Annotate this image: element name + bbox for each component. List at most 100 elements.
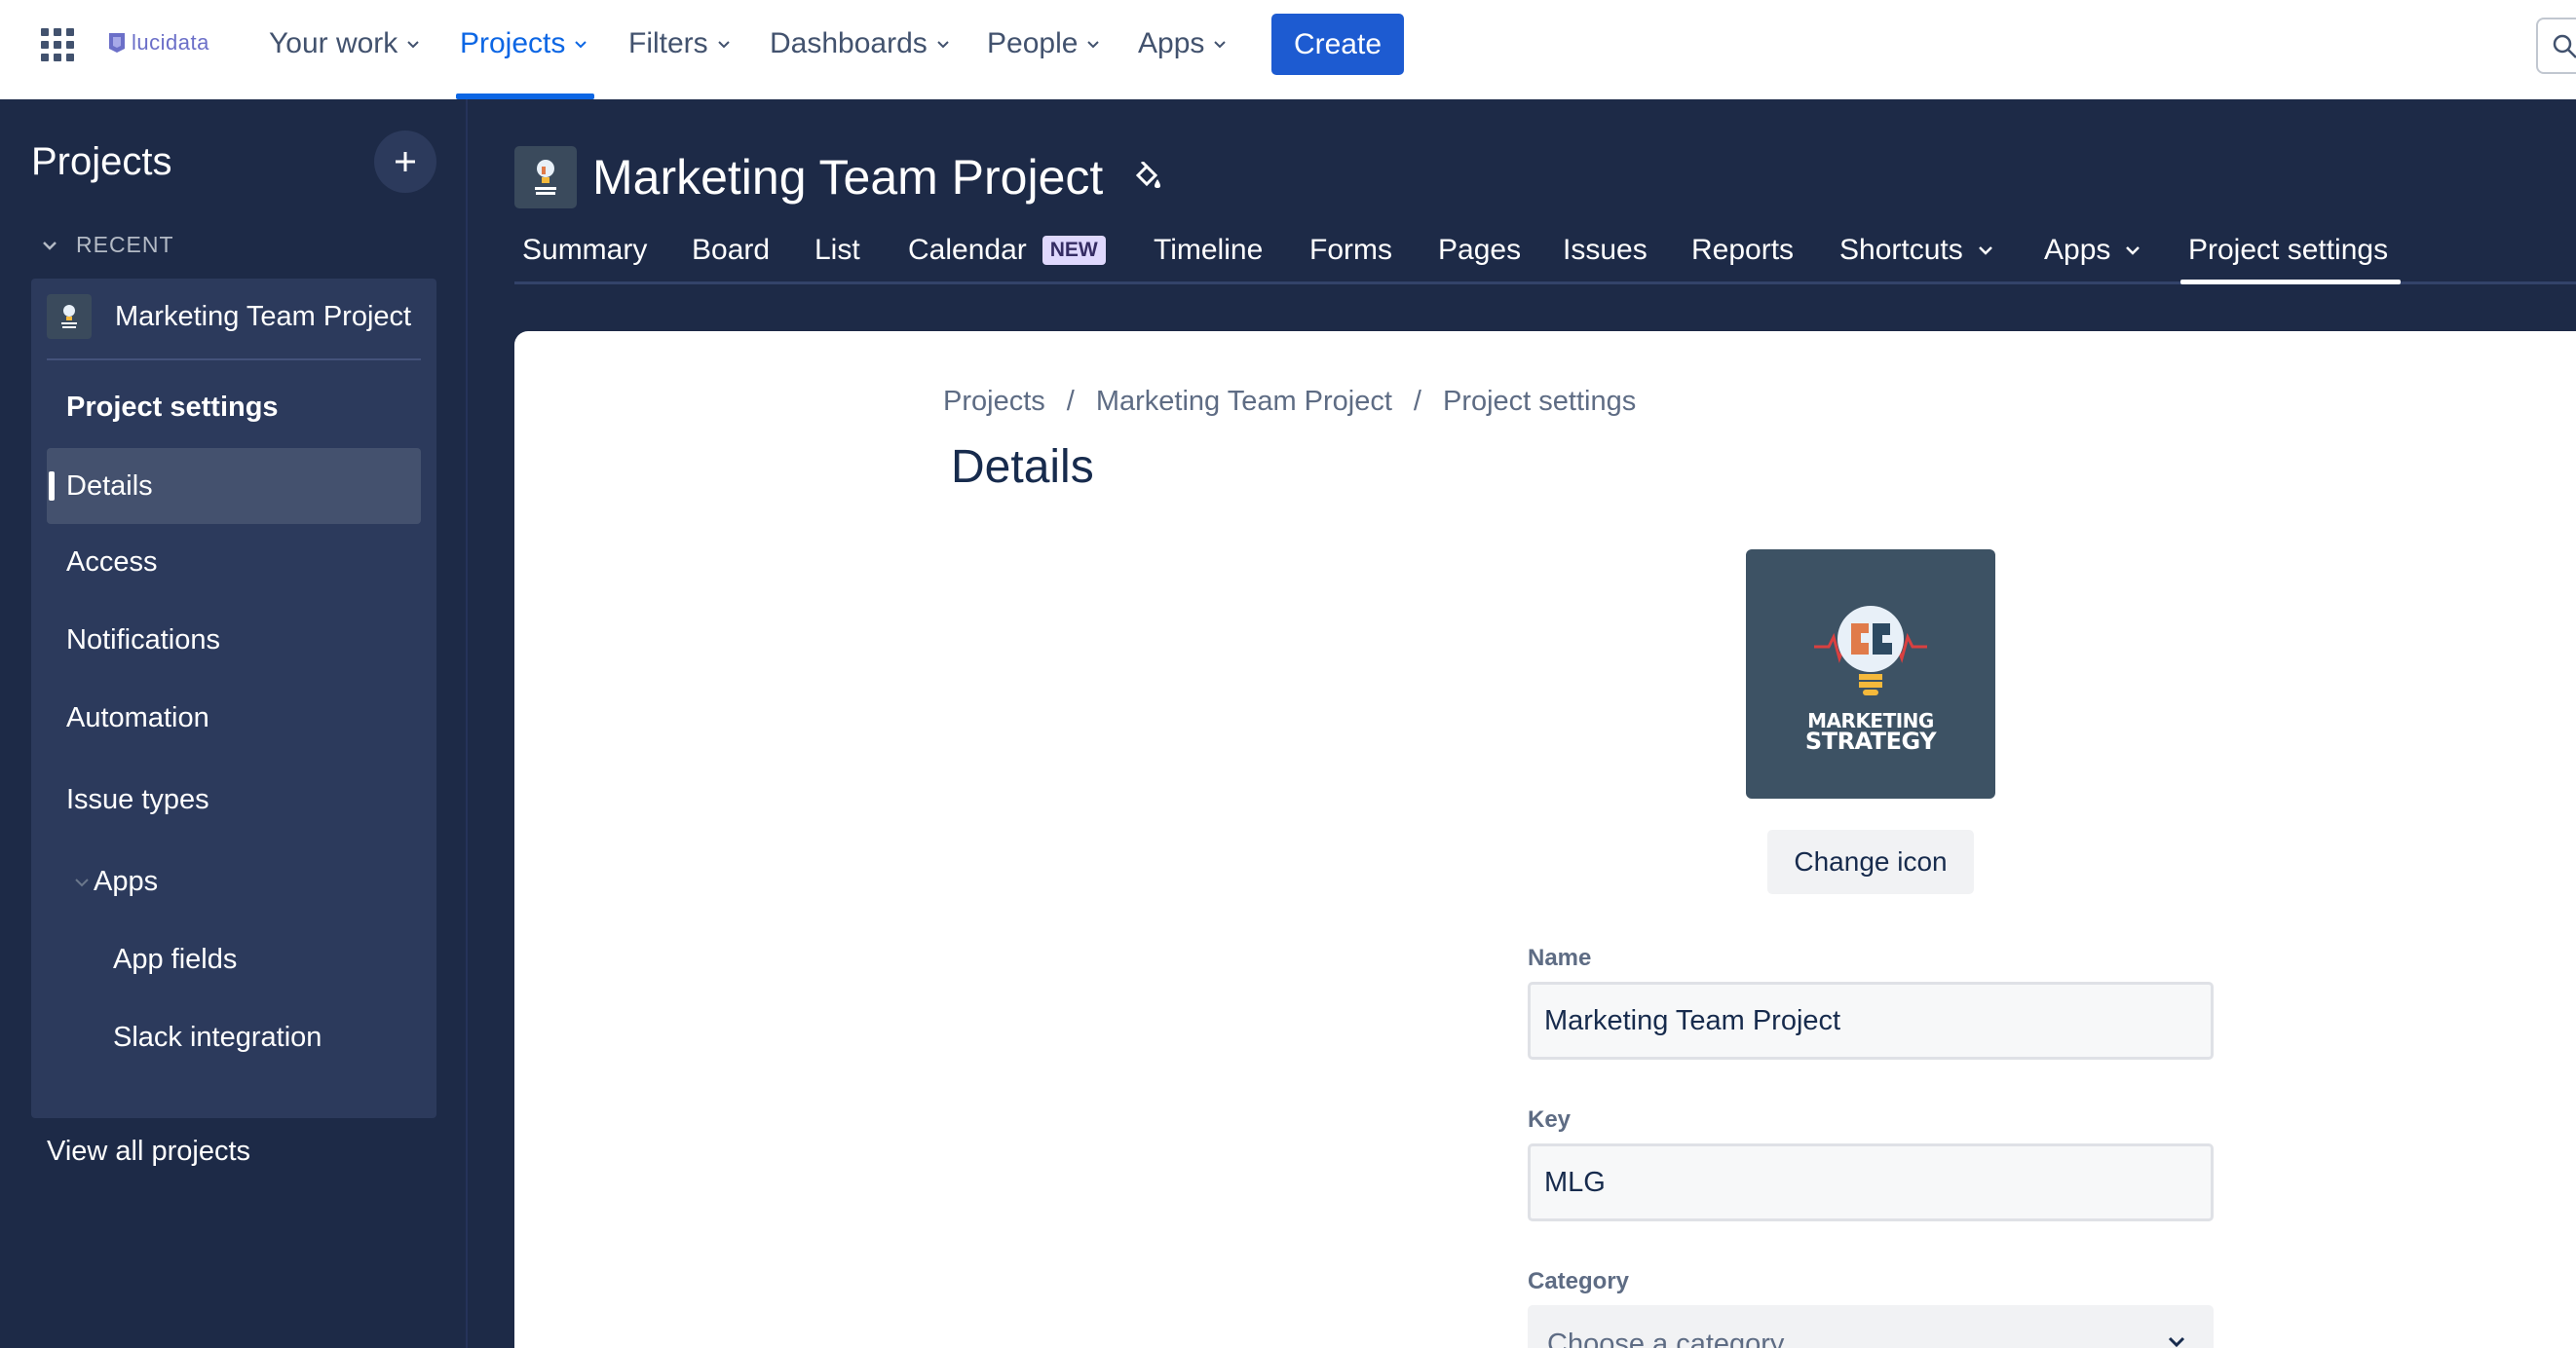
sidebar-recent-project[interactable]: Marketing Team Project xyxy=(47,292,421,341)
new-badge: NEW xyxy=(1042,236,1106,265)
sidebar-item-slack-integration[interactable]: Slack integration xyxy=(47,999,421,1075)
add-project-button[interactable] xyxy=(374,131,436,193)
chevron-down-icon xyxy=(575,41,587,49)
sidebar-item-issue-types[interactable]: Issue types xyxy=(47,762,421,838)
sidebar-item-app-fields[interactable]: App fields xyxy=(47,921,421,997)
nav-apps[interactable]: Apps xyxy=(1138,21,1228,66)
breadcrumb-project-settings[interactable]: Project settings xyxy=(1443,386,1636,418)
tab-issues[interactable]: Issues xyxy=(1563,234,1648,267)
lightbulb-icon xyxy=(535,160,556,195)
tab-reports[interactable]: Reports xyxy=(1691,234,1794,267)
sidebar-item-label: Automation xyxy=(66,701,209,733)
plus-icon xyxy=(396,152,415,171)
sidebar-item-label: Notifications xyxy=(66,623,220,655)
tab-label: Project settings xyxy=(2188,234,2389,266)
view-all-projects-link[interactable]: View all projects xyxy=(47,1136,250,1168)
category-placeholder: Choose a category xyxy=(1547,1329,1785,1348)
sidebar-item-label: Apps xyxy=(94,865,159,897)
breadcrumb-separator: / xyxy=(1066,386,1075,417)
sidebar: Projects RECENT Marketing Team Project P… xyxy=(0,99,468,1348)
chevron-down-icon xyxy=(43,241,57,250)
sidebar-item-label: Issue types xyxy=(66,783,209,815)
app-switcher-icon[interactable] xyxy=(41,28,74,61)
chevron-down-icon xyxy=(2126,246,2140,255)
project-avatar xyxy=(514,146,577,208)
nav-filters[interactable]: Filters xyxy=(628,21,732,66)
sidebar-item-label: Access xyxy=(66,545,158,578)
tab-forms[interactable]: Forms xyxy=(1309,234,1392,267)
sidebar-item-label: App fields xyxy=(113,943,238,975)
active-nav-indicator xyxy=(456,94,594,99)
tab-label: Summary xyxy=(522,234,648,266)
breadcrumb: Projects / Marketing Team Project / Proj… xyxy=(943,386,1636,418)
recent-section-toggle[interactable]: RECENT xyxy=(41,232,174,258)
name-label: Name xyxy=(1528,945,1592,971)
sidebar-item-apps[interactable]: Apps xyxy=(47,843,421,919)
chevron-down-icon xyxy=(1087,41,1100,49)
name-field[interactable] xyxy=(1528,982,2214,1060)
brand-logo[interactable]: lucidata xyxy=(104,26,209,59)
breadcrumb-project[interactable]: Marketing Team Project xyxy=(1096,386,1392,418)
sidebar-item-details[interactable]: Details xyxy=(47,448,421,524)
chevron-down-icon xyxy=(717,41,730,49)
change-icon-button[interactable]: Change icon xyxy=(1767,830,1974,894)
tab-shortcuts[interactable]: Shortcuts xyxy=(1839,234,1994,267)
sidebar-title: Projects xyxy=(31,140,172,183)
project-title: Marketing Team Project xyxy=(592,150,1104,205)
chevron-down-icon xyxy=(75,879,89,887)
recent-project-name: Marketing Team Project xyxy=(115,300,412,332)
chevron-down-icon xyxy=(407,41,420,49)
sidebar-item-label: Details xyxy=(66,469,153,502)
nav-people[interactable]: People xyxy=(987,21,1101,66)
nav-dashboards[interactable]: Dashboards xyxy=(770,21,951,66)
key-label: Key xyxy=(1528,1106,1572,1133)
tab-label: Shortcuts xyxy=(1839,234,1963,266)
nav-your-work[interactable]: Your work xyxy=(269,21,421,66)
project-header: Marketing Team Project xyxy=(514,146,1161,208)
sidebar-item-notifications[interactable]: Notifications xyxy=(47,602,421,678)
nav-apps-label: Apps xyxy=(1138,27,1205,59)
sidebar-item-automation[interactable]: Automation xyxy=(47,680,421,756)
nav-projects[interactable]: Projects xyxy=(460,21,588,66)
tab-label: Calendar xyxy=(908,234,1027,266)
chevron-down-icon xyxy=(937,41,949,49)
sidebar-item-label: Slack integration xyxy=(113,1021,322,1053)
chevron-down-icon xyxy=(1214,41,1227,49)
recent-label: RECENT xyxy=(76,232,174,257)
tab-label: Pages xyxy=(1438,234,1522,266)
breadcrumb-separator: / xyxy=(1413,386,1421,417)
tab-project-settings[interactable]: Project settings xyxy=(2188,234,2388,267)
key-field[interactable] xyxy=(1528,1143,2214,1221)
tab-label: Apps xyxy=(2044,234,2111,266)
tab-list[interactable]: List xyxy=(814,234,860,267)
nav-dashboards-label: Dashboards xyxy=(770,27,928,59)
recent-project-panel: Marketing Team Project Project settings … xyxy=(31,279,436,1118)
chevron-down-icon xyxy=(2168,1336,2185,1348)
tab-timeline[interactable]: Timeline xyxy=(1154,234,1263,267)
tab-apps[interactable]: Apps xyxy=(2044,234,2141,267)
nav-filters-label: Filters xyxy=(628,27,708,59)
category-label: Category xyxy=(1528,1268,1630,1294)
tab-summary[interactable]: Summary xyxy=(522,234,647,267)
active-tab-indicator xyxy=(2180,280,2401,284)
project-avatar xyxy=(47,294,92,339)
category-select[interactable]: Choose a category xyxy=(1528,1305,2214,1348)
tab-label: Timeline xyxy=(1154,234,1264,266)
sidebar-item-access[interactable]: Access xyxy=(47,524,421,600)
brand-name: lucidata xyxy=(132,30,209,55)
breadcrumb-projects[interactable]: Projects xyxy=(943,386,1045,418)
tab-label: Forms xyxy=(1309,234,1392,266)
create-button[interactable]: Create xyxy=(1271,14,1404,75)
tab-label: List xyxy=(814,234,860,266)
tab-label: Reports xyxy=(1691,234,1795,266)
tab-board[interactable]: Board xyxy=(692,234,770,267)
tab-label: Issues xyxy=(1563,234,1648,266)
tab-label: Board xyxy=(692,234,771,266)
tab-pages[interactable]: Pages xyxy=(1438,234,1521,267)
nav-projects-label: Projects xyxy=(460,27,566,59)
search-field[interactable] xyxy=(2536,18,2576,74)
tab-calendar[interactable]: Calendar NEW xyxy=(908,234,1106,267)
paint-bucket-icon[interactable] xyxy=(1132,162,1161,193)
project-icon-preview: MARKETING STRATEGY xyxy=(1746,549,1995,799)
lightbulb-icon xyxy=(61,305,77,328)
